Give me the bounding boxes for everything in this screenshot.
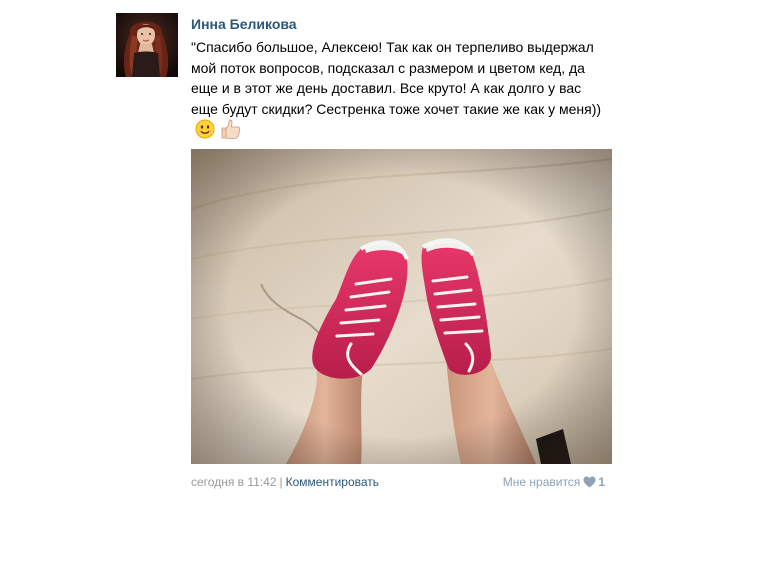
thumbs-up-emoji-icon — [219, 119, 241, 145]
pink-sneakers-photo[interactable] — [191, 149, 612, 464]
comment-link[interactable]: Комментировать — [286, 475, 379, 489]
like-label: Мне нравится — [502, 475, 581, 489]
heart-icon — [583, 476, 596, 492]
post-footer: сегодня в 11:42 | Комментировать Мне нрави… — [191, 474, 612, 490]
photo-image — [191, 149, 612, 464]
smiling-face-emoji-icon — [195, 119, 215, 145]
author-name-link[interactable]: Инна Беликова — [191, 15, 616, 33]
post-content: Инна Беликова "Спасибо большое, Алексею!… — [191, 13, 616, 489]
avatar-image — [116, 13, 178, 77]
avatar[interactable] — [116, 13, 178, 77]
footer-separator: | — [279, 475, 283, 489]
post-date-link[interactable]: сегодня в 11:42 — [191, 475, 277, 489]
post-text: "Спасибо большое, Алексею! Так как он те… — [191, 39, 602, 117]
post-text-block: "Спасибо большое, Алексею! Так как он те… — [191, 37, 611, 145]
like-button[interactable]: Мне нравится 1 — [503, 474, 605, 492]
like-count: 1 — [598, 475, 605, 489]
